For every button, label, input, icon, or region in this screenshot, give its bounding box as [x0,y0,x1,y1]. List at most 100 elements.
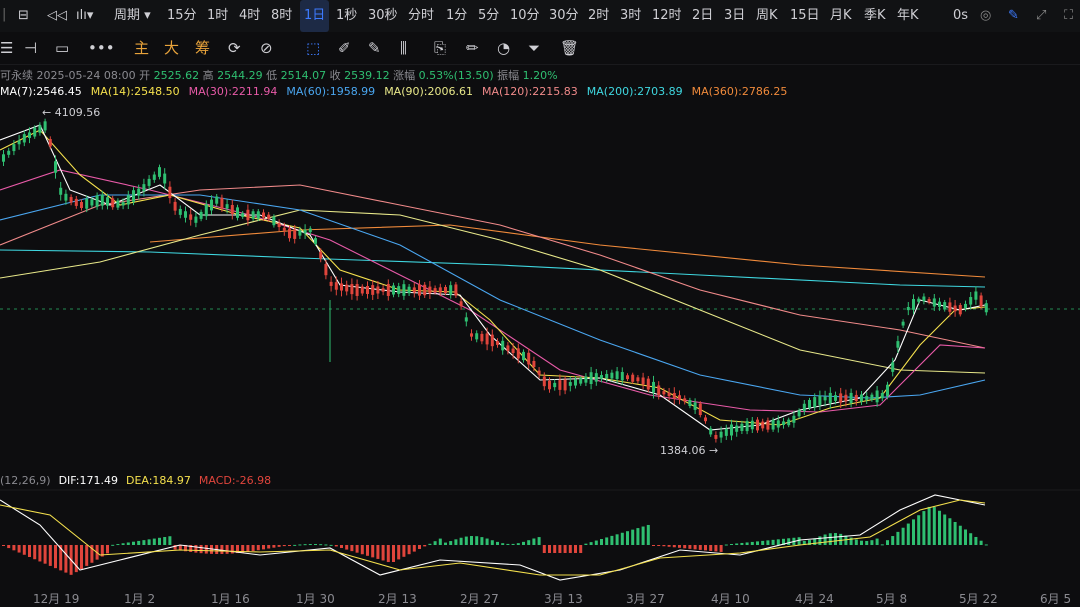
ma360-line [149,224,986,278]
candle-body [7,150,11,155]
macd-bar-up [896,531,900,545]
macd-bar-up [932,507,936,545]
candle-body [366,286,369,294]
macd-bar-down [386,545,390,563]
macd-bar-up [917,515,921,545]
macd-bar-down [423,545,427,547]
candle-body [480,333,484,342]
macd-bar-up [475,536,479,545]
candle-body [355,284,359,296]
candle-body [324,264,328,276]
candle-body [610,372,614,379]
macd-bar-up [152,538,156,545]
macd-bar-up [646,524,650,545]
candle-body [412,287,416,293]
macd-bar-down [43,545,47,564]
candle-body [938,301,941,307]
candle-body [126,195,130,205]
macd-bar-up [459,537,463,545]
macd-bar-up [142,540,146,545]
macd-bar-up [511,543,515,545]
macd-bar-up [771,539,775,545]
candle-body [631,374,635,382]
macd-bar-up [438,538,442,545]
candle-body [605,373,609,379]
candle-body [106,197,109,206]
macd-bar-up [168,536,172,545]
macd-bar-up [615,534,619,545]
candle-body [111,198,115,208]
candle-body [152,174,156,180]
macd-bar-up [537,537,541,545]
candle-body [397,286,401,294]
candle-body [568,382,572,386]
candle-body [828,392,832,404]
macd-bar-down [366,545,369,556]
x-tick-label: 1月 16 [211,592,250,606]
macd-bar-down [568,545,572,553]
candle-body [449,285,453,295]
macd-bar-up [116,544,120,546]
macd-bar-down [282,545,286,547]
macd-bar-up [938,510,941,545]
macd-bar-up [870,540,874,545]
macd-bar-down [579,545,583,553]
candle-body [958,305,962,315]
candle-body [657,385,661,396]
macd-bar-up [787,538,791,545]
macd-bar-up [158,537,161,545]
macd-bar-up [527,540,531,545]
candle-body [137,188,141,196]
candle-body [782,421,785,426]
candle-body [496,341,499,345]
macd-bar-down [402,545,406,557]
candle-body [844,394,848,402]
candle-body [532,360,536,368]
candle-body [288,228,291,239]
candle-body [589,372,593,385]
macd-bar-down [652,545,655,546]
macd-bar-up [329,544,333,546]
macd-bar-down [220,545,224,554]
candle-body [984,303,988,313]
macd-bar-down [407,545,411,555]
macd-bar-up [880,544,884,546]
candle-body [464,317,468,322]
candle-body [371,285,375,295]
macd-bar-down [542,545,546,553]
candle-body [662,391,666,395]
macd-bar-down [267,545,271,549]
macd-bar-up [943,514,947,545]
candle-body [974,291,978,300]
candle-body [579,378,583,384]
macd-bar-down [345,545,349,550]
macd-bar-up [308,544,312,546]
candle-body [724,428,728,436]
macd-bar-up [964,529,967,545]
macd-bar-up [594,540,598,545]
macd-bar-up [485,538,489,545]
candle-body [220,197,224,209]
candle-body [334,282,338,290]
candle-body [641,377,645,385]
macd-bar-down [199,545,203,554]
macd-bar-up [428,543,432,545]
macd-bar-up [927,506,931,545]
price-chart[interactable]: ← 4109.56 1384.06 → [0,0,1080,606]
candle-body [672,392,676,399]
candle-body [241,213,245,217]
macd-bar-down [412,545,416,552]
macd-bar-up [137,540,141,545]
candle-body [901,321,905,326]
x-tick-label: 1月 30 [296,592,335,606]
macd-bar-down [704,545,707,551]
candle-body [210,199,213,211]
macd-bar-up [163,537,167,545]
candle-body [506,345,510,351]
macd-bar-up [735,543,739,545]
macd-bar-up [132,541,135,545]
candle-body [922,296,926,302]
candle-body [251,211,255,219]
candle-body [865,396,869,400]
macd-bar-down [667,545,671,547]
